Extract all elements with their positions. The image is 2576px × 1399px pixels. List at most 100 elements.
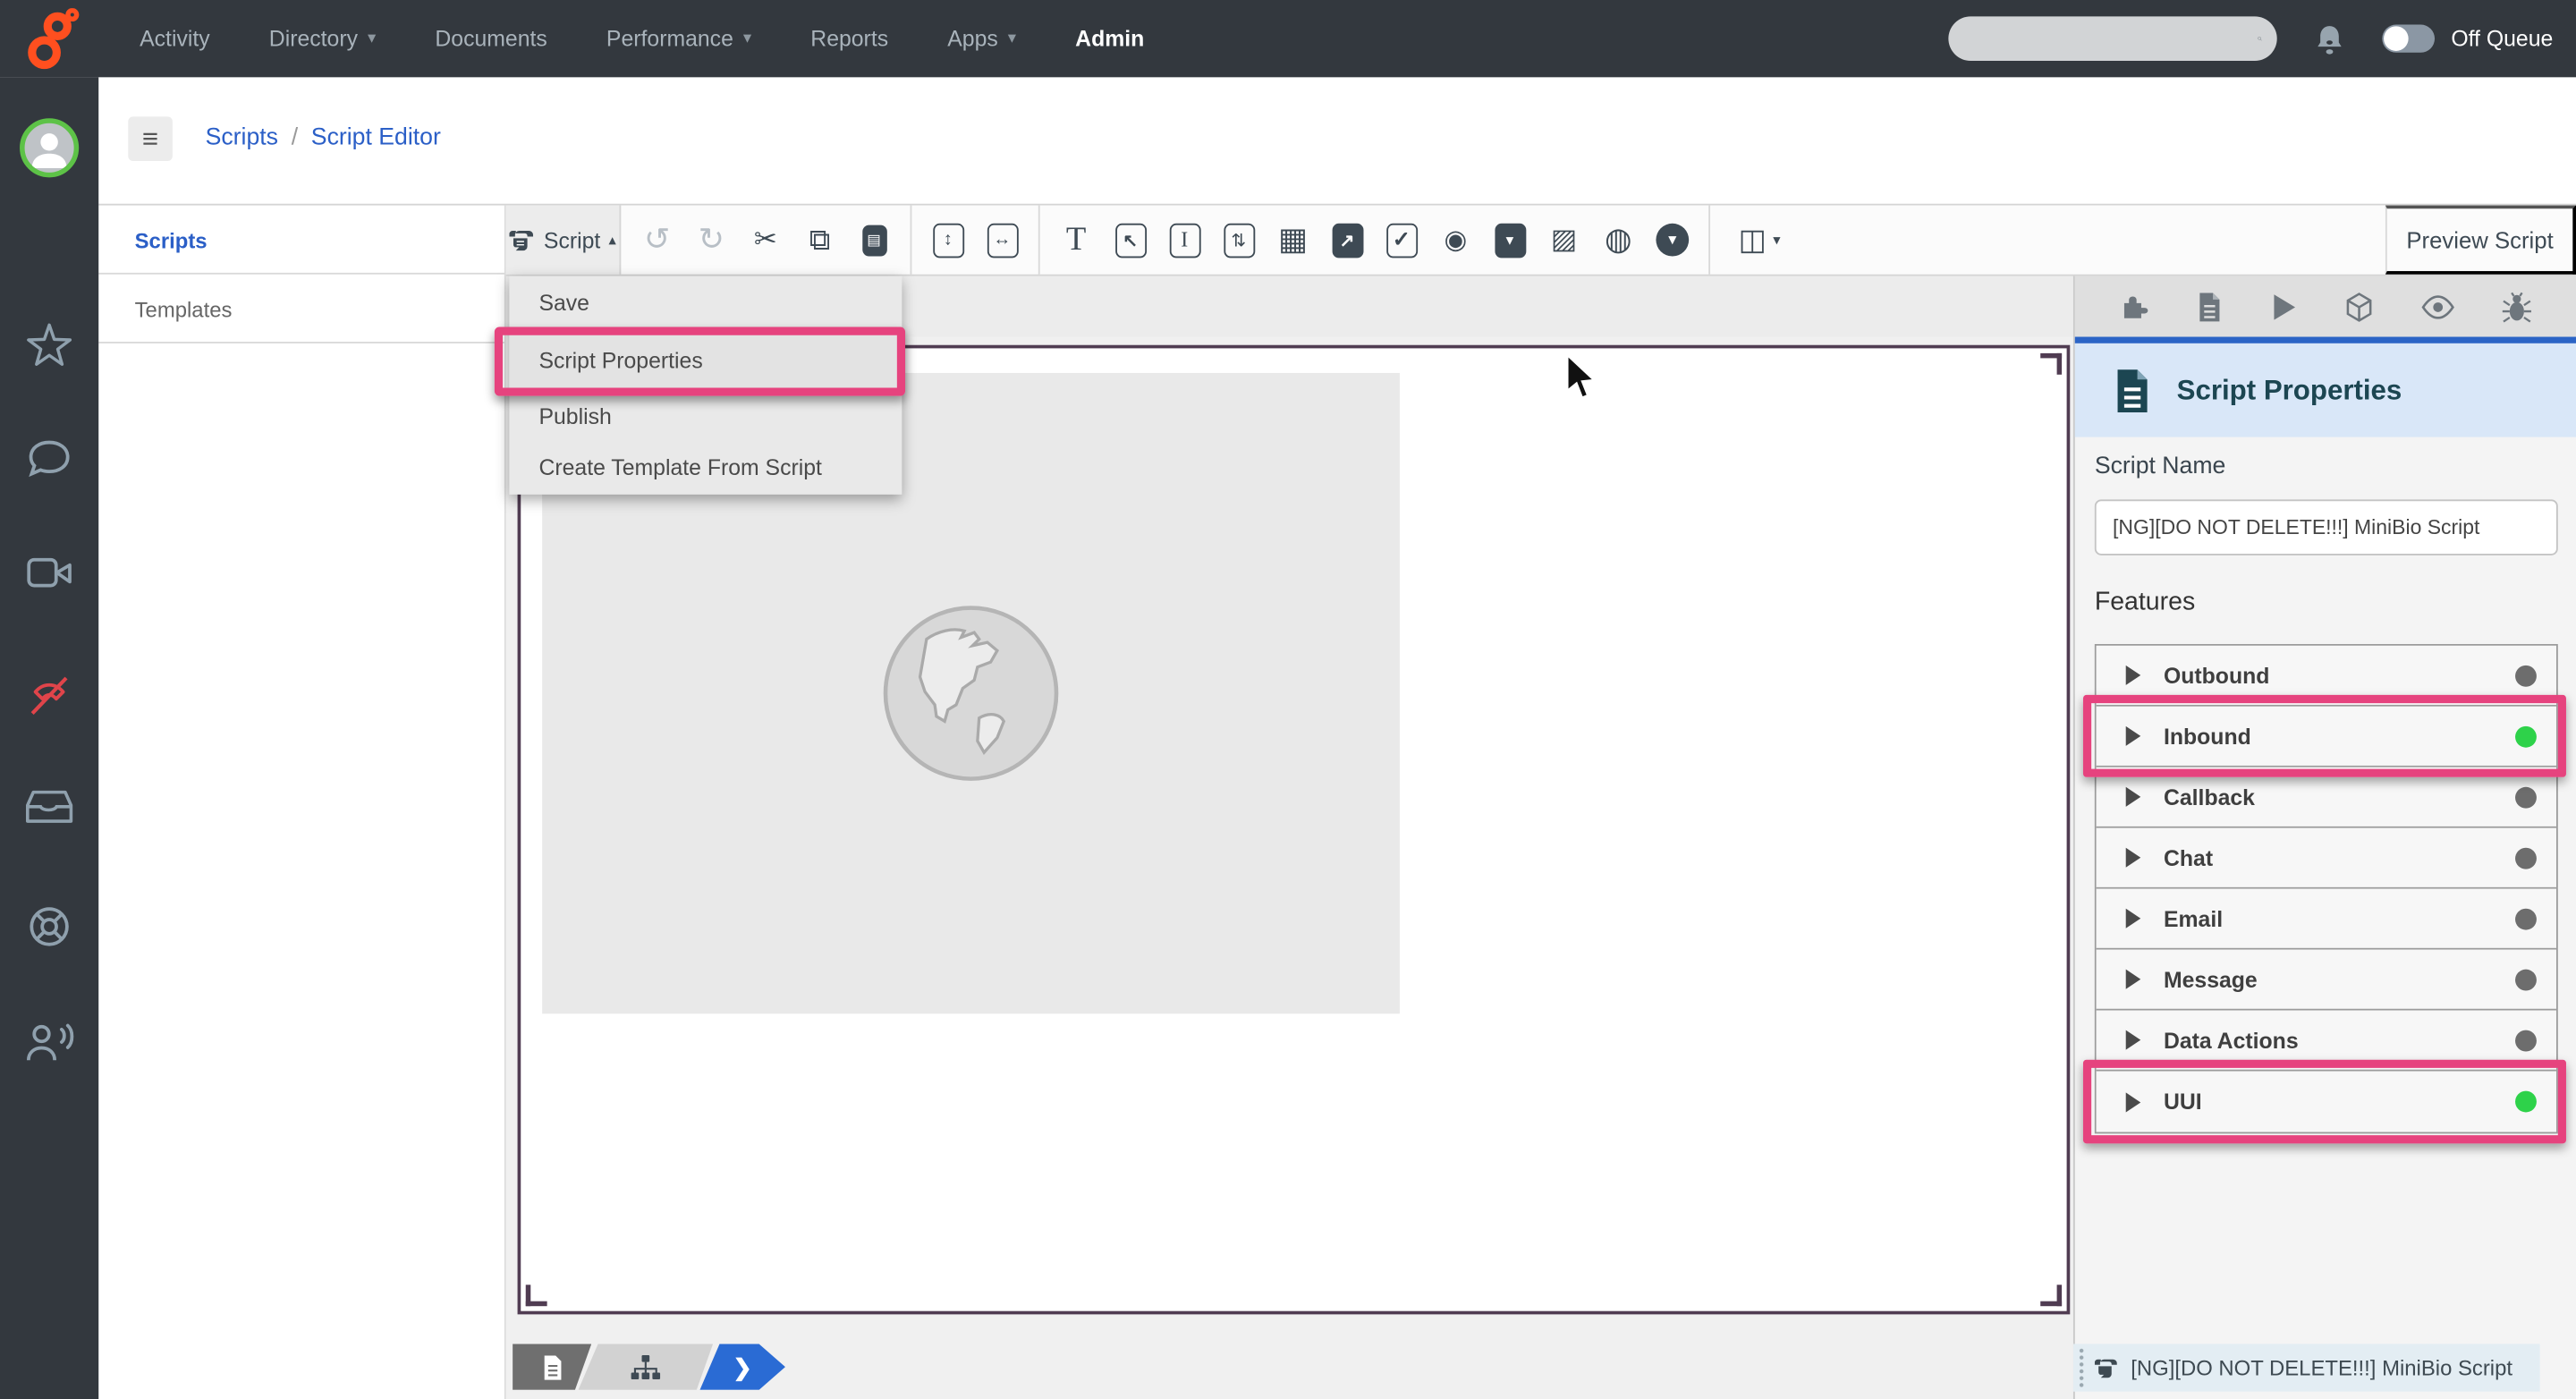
nav-reports[interactable]: Reports bbox=[810, 26, 888, 51]
image-component-icon[interactable]: ▨ bbox=[1546, 224, 1581, 257]
input-component-icon[interactable]: I bbox=[1166, 223, 1202, 258]
expand-triangle-icon[interactable] bbox=[2126, 726, 2141, 746]
feature-row-email[interactable]: Email bbox=[2097, 889, 2556, 950]
web-component-icon[interactable]: ◍ bbox=[1600, 221, 1636, 259]
copy-icon[interactable]: ⧉ bbox=[801, 223, 837, 258]
video-icon[interactable] bbox=[0, 554, 98, 593]
feature-label: Data Actions bbox=[2164, 1028, 2299, 1053]
dropdown-component-icon[interactable]: ▼ bbox=[1492, 223, 1528, 258]
redo-icon[interactable]: ↻ bbox=[693, 221, 729, 259]
script-name-label: Script Name bbox=[2095, 454, 2226, 479]
vertical-resize-icon[interactable]: ↕ bbox=[930, 223, 966, 258]
play-icon[interactable] bbox=[2268, 290, 2298, 323]
script-chip-label: [NG][DO NOT DELETE!!!] MiniBio Script bbox=[2131, 1355, 2512, 1380]
puzzle-icon[interactable] bbox=[2117, 290, 2150, 323]
nav-apps[interactable]: Apps▾ bbox=[947, 26, 1016, 51]
menu-item-script-properties[interactable]: Script Properties bbox=[509, 334, 902, 389]
status-dot bbox=[2515, 665, 2537, 686]
radio-component-icon[interactable]: ◉ bbox=[1437, 224, 1473, 257]
menu-item-create-template[interactable]: Create Template From Script bbox=[509, 444, 902, 495]
horizontal-resize-icon[interactable]: ↔ bbox=[984, 223, 1020, 258]
flow-tab[interactable] bbox=[579, 1344, 714, 1389]
breadcrumb-script-editor[interactable]: Script Editor bbox=[311, 125, 441, 151]
menu-item-publish[interactable]: Publish bbox=[509, 391, 902, 444]
sidebar-item-scripts[interactable]: Scripts bbox=[98, 206, 504, 275]
nav-admin[interactable]: Admin bbox=[1075, 26, 1144, 51]
feature-label: Chat bbox=[2164, 845, 2213, 870]
calendar-component-icon[interactable]: ▦ bbox=[1275, 221, 1310, 259]
agent-speaking-icon[interactable] bbox=[0, 1019, 98, 1068]
link-component-icon[interactable]: ↗ bbox=[1329, 223, 1365, 258]
chevron-down-icon: ▾ bbox=[743, 30, 751, 47]
status-dot bbox=[2515, 847, 2537, 869]
inbox-icon[interactable] bbox=[0, 787, 98, 827]
breadcrumb-separator: / bbox=[292, 125, 298, 151]
collapse-component-icon[interactable]: ▾ bbox=[1655, 224, 1690, 257]
feature-label: Outbound bbox=[2164, 663, 2269, 688]
selection-corner-icon bbox=[2040, 353, 2062, 375]
nav-documents[interactable]: Documents bbox=[435, 26, 547, 51]
cockpit-lifering-icon[interactable] bbox=[0, 902, 98, 951]
expand-triangle-icon[interactable] bbox=[2126, 970, 2141, 989]
expand-triangle-icon[interactable] bbox=[2126, 848, 2141, 868]
text-component-icon[interactable]: T bbox=[1058, 221, 1094, 259]
menu-item-save[interactable]: Save bbox=[509, 276, 902, 332]
chevron-down-icon: ▾ bbox=[368, 30, 376, 47]
expand-triangle-icon[interactable] bbox=[2126, 1092, 2141, 1112]
chat-bubble-icon[interactable] bbox=[0, 437, 98, 483]
feature-row-data-actions[interactable]: Data Actions bbox=[2097, 1011, 2556, 1072]
notifications-bell-icon[interactable] bbox=[2313, 21, 2346, 56]
panel-icon-strip bbox=[2075, 276, 2576, 337]
queue-toggle[interactable] bbox=[2382, 25, 2435, 53]
menu-hamburger-icon[interactable]: ≡ bbox=[128, 116, 173, 161]
script-menu-button[interactable]: Script ▴ bbox=[506, 206, 622, 275]
script-properties-icon bbox=[2111, 364, 2154, 417]
status-dot bbox=[2515, 969, 2537, 990]
feature-row-uui[interactable]: UUI bbox=[2097, 1072, 2556, 1132]
top-nav-bar: Activity Directory▾ Documents Performanc… bbox=[0, 0, 2576, 77]
expand-triangle-icon[interactable] bbox=[2126, 787, 2141, 807]
search-input[interactable] bbox=[1948, 26, 2257, 51]
undo-icon[interactable]: ↺ bbox=[639, 221, 674, 259]
cut-icon[interactable]: ✂ bbox=[748, 224, 784, 257]
globe-placeholder-icon bbox=[880, 603, 1061, 784]
script-name-input[interactable] bbox=[2095, 499, 2558, 555]
spinner-component-icon[interactable]: ⇅ bbox=[1221, 223, 1257, 258]
search-icon[interactable] bbox=[2258, 25, 2263, 53]
user-avatar[interactable] bbox=[0, 118, 98, 177]
phone-disabled-icon[interactable] bbox=[0, 670, 98, 719]
checkbox-component-icon[interactable]: ✓ bbox=[1384, 223, 1419, 258]
favorites-star-icon[interactable] bbox=[0, 320, 98, 369]
sidebar-item-templates[interactable]: Templates bbox=[98, 275, 504, 343]
panel-title: Script Properties bbox=[2177, 374, 2402, 407]
script-chip[interactable]: [NG][DO NOT DELETE!!!] MiniBio Script bbox=[2073, 1344, 2540, 1391]
expand-triangle-icon[interactable] bbox=[2126, 666, 2141, 685]
expand-triangle-icon[interactable] bbox=[2126, 909, 2141, 928]
selection-corner-icon bbox=[2040, 1285, 2062, 1306]
bug-icon[interactable] bbox=[2501, 290, 2534, 323]
layout-picker-icon[interactable]: ◫▾ bbox=[1728, 223, 1791, 258]
toolbar-divider bbox=[1038, 206, 1040, 275]
eye-icon[interactable] bbox=[2420, 292, 2456, 321]
feature-row-chat[interactable]: Chat bbox=[2097, 828, 2556, 889]
feature-row-callback[interactable]: Callback bbox=[2097, 767, 2556, 828]
feature-row-message[interactable]: Message bbox=[2097, 950, 2556, 1011]
button-component-icon[interactable]: ↖ bbox=[1112, 223, 1148, 258]
nav-performance[interactable]: Performance▾ bbox=[606, 26, 751, 51]
editor-toolbar: Script ▴ ↺ ↻ ✂ ⧉ ▤ ↕ ↔ T ↖ I ⇅ ▦ ↗ ✓ ◉ ▼… bbox=[506, 206, 2576, 276]
document-icon[interactable] bbox=[2194, 290, 2224, 323]
drag-handle-icon[interactable] bbox=[2078, 1347, 2084, 1388]
expand-triangle-icon[interactable] bbox=[2126, 1030, 2141, 1050]
chevron-right-icon: ❯ bbox=[733, 1353, 752, 1381]
paste-icon[interactable]: ▤ bbox=[856, 225, 892, 256]
feature-row-inbound[interactable]: Inbound bbox=[2097, 707, 2556, 767]
breadcrumb-scripts[interactable]: Scripts bbox=[206, 125, 278, 151]
off-queue-label: Off Queue bbox=[2451, 26, 2553, 51]
nav-directory[interactable]: Directory▾ bbox=[269, 26, 376, 51]
feature-label: UUI bbox=[2164, 1090, 2202, 1115]
preview-script-button[interactable]: Preview Script bbox=[2385, 206, 2576, 275]
cube-icon[interactable] bbox=[2343, 290, 2376, 323]
left-rail: ? bbox=[0, 77, 98, 1399]
feature-row-outbound[interactable]: Outbound bbox=[2097, 646, 2556, 707]
nav-activity[interactable]: Activity bbox=[140, 26, 210, 51]
